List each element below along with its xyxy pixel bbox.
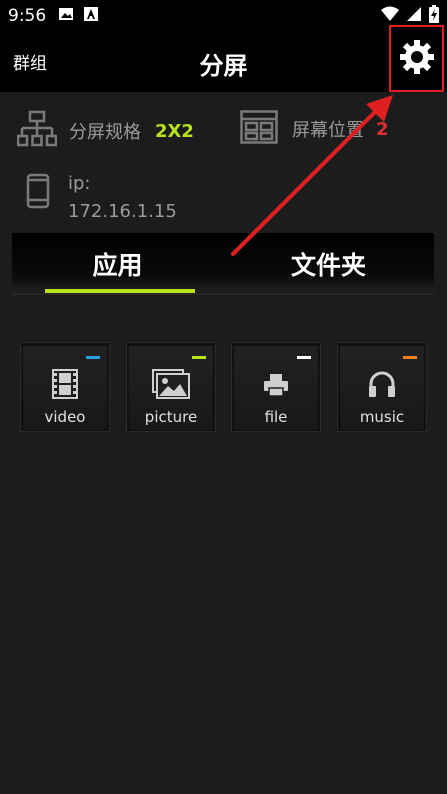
app-tile-label: picture [144,408,198,426]
screen-position-label: 屏幕位置 [292,120,364,141]
app-bar: 群组 分屏 [0,25,447,92]
text-a-icon [84,6,99,26]
image-icon [58,6,74,26]
split-spec-row: 分屏规格 2X2 [16,110,194,152]
split-spec-value: 2X2 [155,120,194,142]
film-icon [22,369,108,401]
settings-button[interactable] [389,25,444,92]
battery-charging-icon [429,5,439,27]
tab-folders[interactable]: 文件夹 [223,233,434,295]
layout-icon [240,110,278,148]
wifi-icon [381,6,399,26]
tile-accent [297,356,311,359]
headphones-icon [339,369,425,401]
split-spec-label: 分屏规格 [69,122,141,143]
tab-bar: 应用 文件夹 [12,233,434,295]
gear-icon [397,37,437,81]
app-tile-video[interactable]: video [21,343,109,431]
tile-accent [192,356,206,359]
page-title: 分屏 [199,52,248,80]
tab-active-indicator [45,289,195,293]
screen-position-value: 2 [376,118,389,140]
app-tile-picture[interactable]: picture [127,343,215,431]
status-time: 9:56 [8,6,47,26]
app-tile-label: file [264,408,288,426]
app-tile-file[interactable]: file [232,343,320,431]
picture-icon [128,369,214,401]
app-tile-music[interactable]: music [338,343,426,431]
app-tile-label: music [359,408,405,426]
ip-block: ip: 172.16.1.15 [68,170,177,226]
ip-label: ip: [68,173,91,194]
tile-accent [403,356,417,359]
tile-accent [86,356,100,359]
screen-position-row: 屏幕位置 2 [240,110,389,148]
app-tile-label: video [44,408,86,426]
tab-apps[interactable]: 应用 [12,233,223,295]
status-bar: 9:56 [0,0,447,32]
network-icon [16,110,58,152]
signal-icon [406,6,422,26]
printer-icon [233,369,319,401]
ip-value: 172.16.1.15 [68,201,177,222]
phone-icon [26,173,50,213]
